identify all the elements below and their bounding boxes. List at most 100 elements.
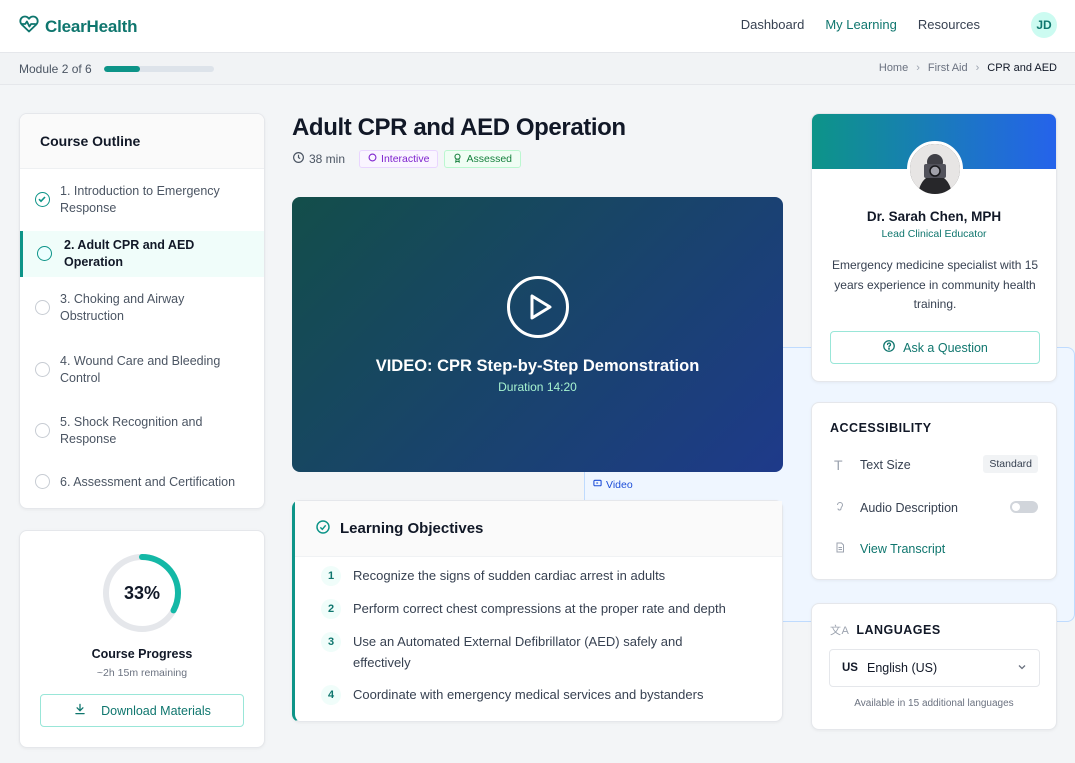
video-duration: Duration 14:20 — [498, 380, 577, 394]
breadcrumb-first-aid[interactable]: First Aid — [928, 62, 968, 74]
main-nav-links: Dashboard My Learning Resources — [741, 17, 980, 32]
module-label: Module 2 of 6 — [19, 62, 92, 76]
breadcrumb-current: CPR and AED — [987, 62, 1057, 74]
play-icon[interactable] — [507, 276, 569, 338]
text-size-value[interactable]: Standard — [983, 455, 1038, 473]
interactive-chip-label: Interactive — [381, 153, 430, 165]
view-transcript-link[interactable]: View Transcript — [860, 542, 945, 556]
languages-panel: 文A LANGUAGES US English (US) Available i… — [811, 603, 1057, 730]
outline-item-label: 2. Adult CPR and AED Operation — [64, 238, 195, 269]
audio-description-toggle[interactable] — [1010, 501, 1038, 513]
lesson-meta: 38 min Video Interactive Assessed — [292, 150, 1075, 622]
outline-item-label: 3. Choking and Airway Obstruction — [60, 292, 185, 323]
objective-text: Coordinate with emergency medical servic… — [353, 687, 704, 702]
instructor-card: Dr. Sarah Chen, MPH Lead Clinical Educat… — [811, 113, 1057, 382]
languages-header: 文A LANGUAGES — [830, 622, 941, 638]
objective-text: Recognize the signs of sudden cardiac ar… — [353, 568, 666, 583]
assessed-chip-label: Assessed — [466, 153, 513, 165]
chevron-right-icon: › — [975, 62, 980, 74]
video-icon — [593, 479, 602, 491]
instructor-photo — [907, 141, 963, 197]
video-player[interactable]: VIDEO: CPR Step-by-Step Demonstration Du… — [292, 197, 783, 472]
text-size-row[interactable]: T Text Size Standard — [834, 455, 1038, 473]
download-label: Download Materials — [101, 703, 211, 718]
empty-circle-icon — [35, 474, 50, 489]
heart-pulse-icon — [19, 14, 39, 39]
instructor-name: Dr. Sarah Chen, MPH — [866, 209, 1002, 224]
outline-item-label: 6. Assessment and Certification — [60, 474, 236, 489]
chevron-right-icon: › — [916, 62, 920, 74]
instructor-role: Lead Clinical Educator — [881, 228, 987, 240]
ask-question-label: Ask a Question — [903, 340, 988, 355]
outline-item-4[interactable]: 4. Wound Care and Bleeding Control — [20, 339, 264, 401]
learning-objectives-panel: Learning Objectives 1 Recognize the sign… — [292, 500, 783, 722]
view-transcript-row[interactable]: View Transcript — [834, 541, 1038, 557]
help-circle-icon — [882, 339, 896, 356]
objective-text: Use an Automated External Defibrillator … — [353, 634, 683, 670]
objective-number: 3 — [321, 632, 341, 652]
chevron-down-icon — [1017, 661, 1027, 675]
breadcrumb: Home › First Aid › CPR and AED — [879, 62, 1057, 74]
course-outline-title: Course Outline — [20, 114, 264, 169]
translate-icon: 文A — [830, 625, 850, 637]
progress-title: Course Progress — [91, 647, 193, 661]
language-code: US — [842, 662, 858, 674]
objectives-list: 1 Recognize the signs of sudden cardiac … — [295, 557, 782, 714]
objectives-title: Learning Objectives — [340, 520, 484, 537]
outline-item-3[interactable]: 3. Choking and Airway Obstruction — [20, 277, 264, 339]
toggle-knob — [1012, 503, 1020, 511]
lesson-duration: 38 min — [292, 151, 345, 167]
outline-item-1[interactable]: 1. Introduction to Emergency Response — [20, 174, 264, 225]
empty-circle-icon — [35, 423, 50, 438]
top-navigation: ClearHealth Dashboard My Learning Resour… — [0, 0, 1075, 53]
objective-item: 2 Perform correct chest compressions at … — [321, 598, 782, 631]
brand-logo[interactable]: ClearHealth — [19, 14, 137, 39]
language-select[interactable]: US English (US) — [829, 649, 1040, 687]
accessibility-title: ACCESSIBILITY — [830, 421, 932, 435]
check-circle-icon — [35, 191, 50, 207]
languages-title: LANGUAGES — [856, 623, 941, 637]
objective-number: 1 — [321, 566, 341, 586]
audio-description-row: Audio Description — [834, 500, 1038, 516]
download-icon — [73, 702, 87, 719]
accessibility-panel: ACCESSIBILITY T Text Size Standard Audio… — [811, 402, 1057, 580]
ear-icon — [834, 500, 846, 516]
lesson-title: Adult CPR and AED Operation — [292, 114, 626, 141]
nav-dashboard[interactable]: Dashboard — [741, 17, 805, 32]
course-progress-card: 33% Course Progress ~2h 15m remaining Do… — [19, 530, 265, 748]
objective-number: 2 — [321, 599, 341, 619]
check-circle-icon — [315, 519, 331, 539]
language-selected: English (US) — [866, 661, 938, 675]
objective-number: 4 — [321, 685, 341, 705]
empty-circle-icon — [35, 362, 50, 377]
current-circle-icon — [37, 246, 52, 261]
objectives-header: Learning Objectives — [295, 501, 782, 557]
objective-item: 3 Use an Automated External Defibrillato… — [321, 631, 782, 684]
duration-text: 38 min — [309, 152, 346, 166]
outline-item-5[interactable]: 5. Shock Recognition and Response — [20, 401, 264, 461]
audio-description-label: Audio Description — [860, 501, 958, 515]
clock-icon — [292, 151, 305, 167]
outline-item-label: 5. Shock Recognition and Response — [60, 415, 203, 446]
outline-item-label: 4. Wound Care and Bleeding Control — [60, 354, 221, 385]
user-avatar[interactable]: JD — [1031, 12, 1057, 38]
document-icon — [834, 541, 846, 557]
outline-item-6[interactable]: 6. Assessment and Certification — [20, 461, 264, 503]
video-chip-label: Video — [606, 478, 633, 491]
nav-my-learning[interactable]: My Learning — [825, 17, 897, 32]
ask-question-button[interactable]: Ask a Question — [830, 331, 1040, 364]
nav-resources[interactable]: Resources — [918, 17, 980, 32]
breadcrumb-home[interactable]: Home — [879, 62, 908, 74]
objective-item: 1 Recognize the signs of sudden cardiac … — [321, 565, 782, 598]
video-title: VIDEO: CPR Step-by-Step Demonstration — [375, 357, 700, 375]
empty-circle-icon — [35, 300, 50, 315]
module-progress-fill — [104, 66, 141, 72]
text-size-icon: T — [834, 457, 843, 473]
chat-icon — [368, 153, 377, 165]
download-materials-button[interactable]: Download Materials — [40, 694, 244, 727]
module-progress-bar — [104, 66, 214, 72]
assessed-chip: Assessed — [444, 150, 522, 168]
objective-item: 4 Coordinate with emergency medical serv… — [321, 684, 782, 714]
progress-ring: 33% — [101, 552, 183, 634]
outline-item-2[interactable]: 2. Adult CPR and AED Operation — [20, 231, 264, 277]
